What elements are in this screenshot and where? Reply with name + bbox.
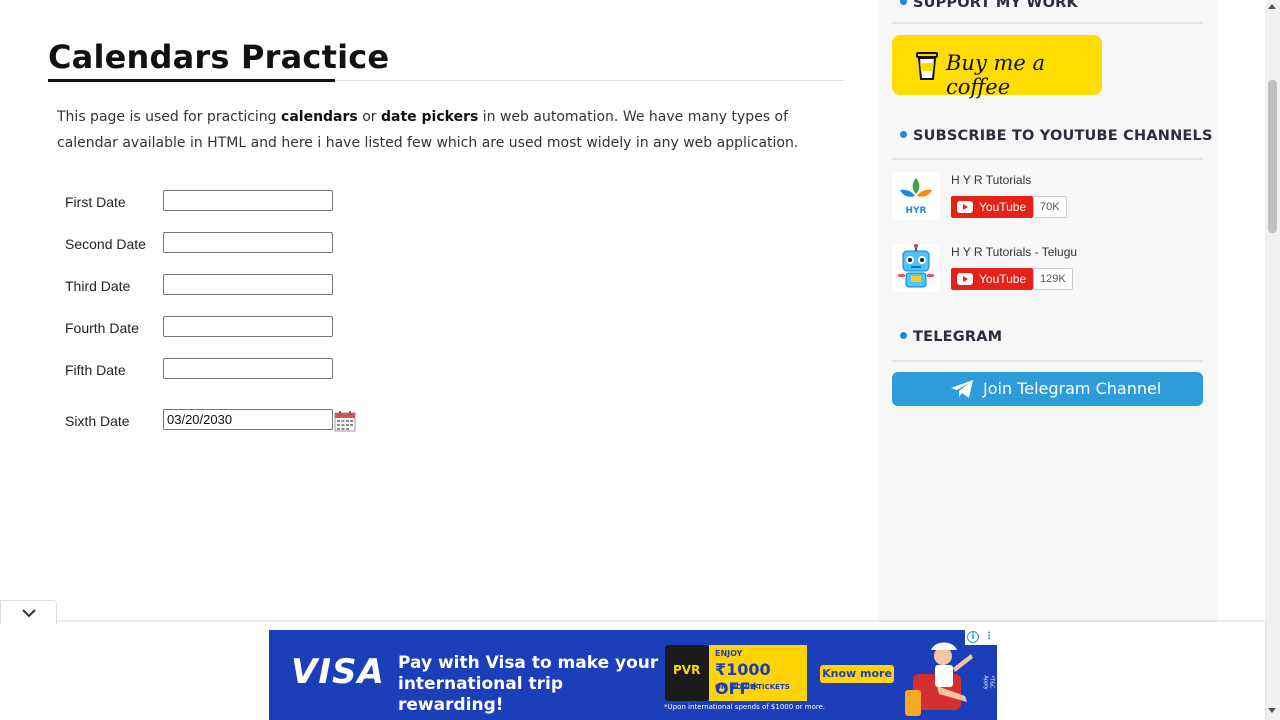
title-underline (48, 79, 335, 82)
page-title: Calendars Practice (48, 38, 390, 76)
fourth-date-input[interactable] (163, 316, 333, 337)
ad-collapse-button[interactable] (0, 600, 57, 624)
intro-bold-date-pickers: date pickers (380, 109, 479, 125)
youtube-channel-hyr-telugu: H Y R Tutorials - Telugu YouTube 129K (892, 244, 1192, 296)
bullet-dot-icon (900, 331, 907, 339)
youtube-button-label: YouTube (979, 200, 1027, 214)
youtube-subscribe-button[interactable]: YouTube (951, 196, 1033, 218)
channel-name[interactable]: H Y R Tutorials - Telugu (951, 245, 1077, 259)
sixth-date-input[interactable] (163, 409, 333, 430)
telegram-title-text: TELEGRAM (913, 329, 1003, 345)
youtube-play-icon (957, 201, 973, 213)
visa-ad-banner[interactable]: VISA Pay with Visa to make your internat… (269, 630, 997, 720)
youtube-title-text: SUBSCRIBE TO YOUTUBE CHANNELS (913, 128, 1213, 144)
pvr-logo: PVR (665, 645, 709, 701)
scroll-down-arrow-icon[interactable] (1268, 708, 1276, 713)
telegram-plane-icon (951, 380, 973, 398)
ad-choices[interactable]: i ⋮ (965, 630, 997, 645)
youtube-widget-title: SUBSCRIBE TO YOUTUBE CHANNELS (900, 128, 1213, 144)
pvr-text: PVR (673, 663, 701, 677)
telegram-divider (892, 360, 1203, 362)
support-title-text: SUPPORT MY WORK (913, 0, 1078, 11)
intro-bold-calendars: calendars (281, 109, 358, 125)
scrollbar-thumb[interactable] (1268, 80, 1277, 233)
subscriber-count: 70K (1033, 196, 1067, 218)
page-scrollbar[interactable] (1265, 0, 1280, 720)
youtube-subscribe-button[interactable]: YouTube (951, 268, 1033, 290)
ad-message: Pay with Visa to make your international… (398, 653, 659, 715)
sixth-date-label: Sixth Date (65, 413, 130, 429)
fifth-date-label: Fifth Date (65, 362, 126, 378)
fourth-date-label: Fourth Date (65, 320, 139, 336)
intro-paragraph: This page is used for practicing calenda… (57, 104, 827, 156)
second-date-label: Second Date (65, 236, 146, 252)
fifth-date-input[interactable] (163, 358, 333, 379)
offer-subtext: ON MOVIE TICKETS (715, 683, 790, 691)
sidebar: SUPPORT MY WORK Buy me a coffee SUBSCRIB… (878, 0, 1218, 720)
offer-amount: ₹1000 OFF* (715, 660, 771, 698)
join-telegram-button[interactable]: Join Telegram Channel (892, 372, 1203, 406)
intro-text: This page is used for practicing (57, 109, 282, 125)
subscriber-count: 129K (1033, 268, 1073, 290)
robot-logo-icon[interactable] (892, 244, 940, 292)
first-date-label: First Date (65, 194, 126, 210)
know-more-button[interactable]: Know more (820, 665, 894, 683)
scroll-up-arrow-icon[interactable] (1268, 4, 1276, 9)
join-telegram-label: Join Telegram Channel (983, 379, 1162, 398)
ad-person-image-icon (905, 642, 973, 716)
buy-me-a-coffee-label: Buy me a coffee (946, 51, 1046, 99)
telegram-widget-title: TELEGRAM (900, 329, 1002, 345)
chevron-down-icon (22, 609, 36, 618)
youtube-button-label: YouTube (979, 272, 1027, 286)
ad-fine-print: *Upon international spends of $1000 or m… (664, 703, 826, 711)
ad-more-options-icon[interactable]: ⋮ (984, 631, 994, 643)
ad-tc-text: *T&C Apply (982, 675, 995, 690)
bullet-dot-icon (900, 130, 907, 138)
support-widget-title: SUPPORT MY WORK (900, 0, 1078, 11)
calendar-icon[interactable] (334, 410, 356, 432)
bullet-dot-icon (900, 0, 907, 5)
third-date-label: Third Date (65, 278, 131, 294)
coffee-cup-icon (916, 52, 938, 80)
svg-text:HYR: HYR (906, 206, 927, 216)
youtube-channel-hyr: HYR H Y R Tutorials YouTube 70K (892, 172, 1192, 224)
intro-text: or (357, 109, 381, 125)
ad-info-icon[interactable]: i (967, 631, 979, 643)
offer-top-text: ENJOY (715, 649, 743, 658)
visa-logo: VISA (291, 652, 385, 692)
first-date-input[interactable] (163, 190, 333, 211)
third-date-input[interactable] (163, 274, 333, 295)
main-content: Calendars Practice This page is used for… (0, 0, 878, 720)
hyr-logo-icon[interactable]: HYR (892, 172, 940, 220)
ad-offer-box: ENJOY ₹1000 OFF* ON MOVIE TICKETS (709, 645, 807, 701)
youtube-divider (892, 158, 1203, 160)
youtube-play-icon (957, 273, 973, 285)
second-date-input[interactable] (163, 232, 333, 253)
support-divider (892, 22, 1203, 24)
channel-name[interactable]: H Y R Tutorials (951, 173, 1031, 187)
buy-me-a-coffee-button[interactable]: Buy me a coffee (892, 35, 1102, 99)
